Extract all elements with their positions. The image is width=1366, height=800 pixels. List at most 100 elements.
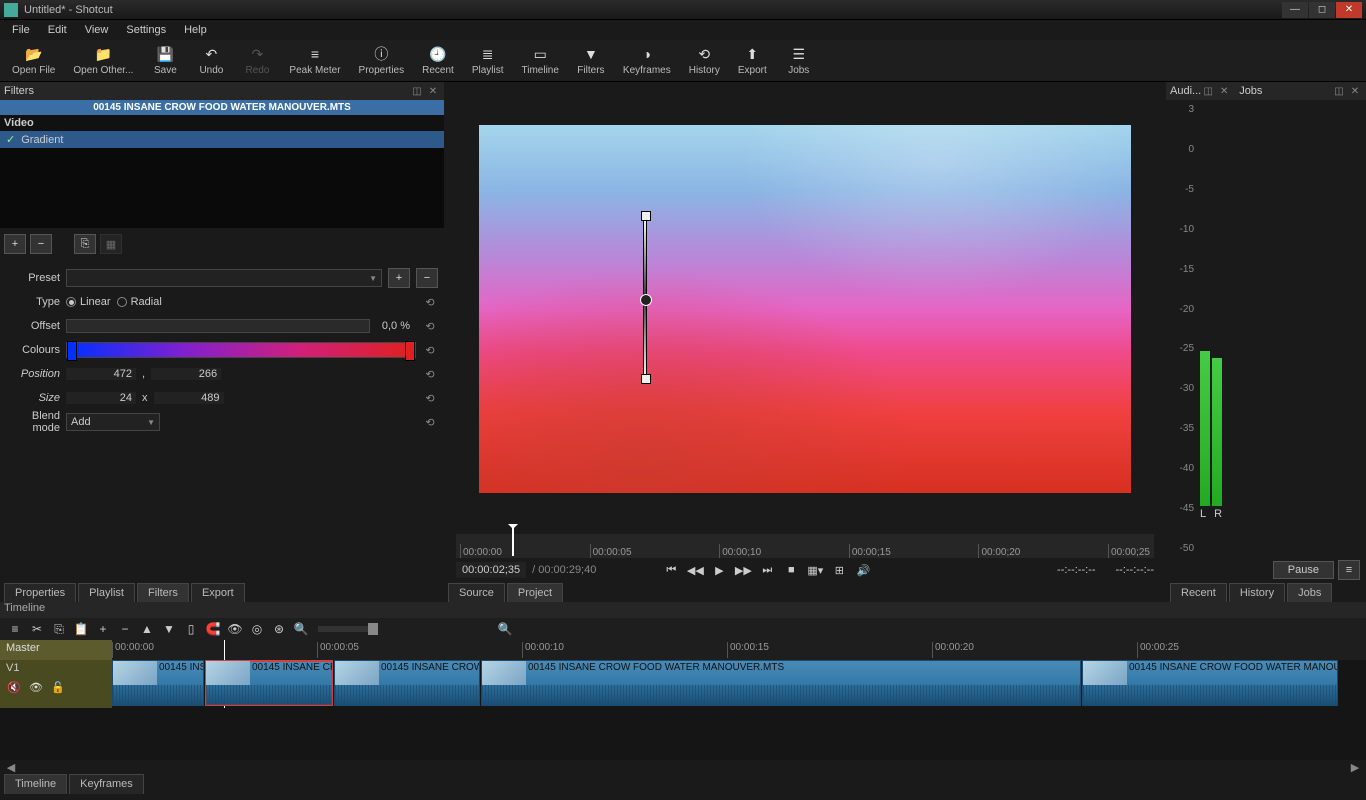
reset-icon[interactable]: ⟲ bbox=[422, 342, 438, 358]
toolbar-undo-button[interactable]: ↶Undo bbox=[191, 43, 231, 78]
menu-help[interactable]: Help bbox=[176, 22, 215, 38]
type-linear-radio[interactable]: Linear bbox=[66, 296, 111, 308]
preview-scrub-bar[interactable]: 00:00:00 00:00:05 00:00;10 00:00;15 00:0… bbox=[456, 534, 1154, 558]
scrub-icon[interactable]: 👁 bbox=[226, 620, 244, 638]
zoom-in-icon[interactable]: 🔍 bbox=[496, 620, 514, 638]
tab-properties[interactable]: Properties bbox=[4, 583, 76, 602]
close-button[interactable]: ✕ bbox=[1336, 2, 1362, 18]
tab-jobs[interactable]: Jobs bbox=[1287, 583, 1332, 602]
offset-slider[interactable] bbox=[66, 319, 370, 333]
cut-icon[interactable]: ✂ bbox=[28, 620, 46, 638]
track-v1-label[interactable]: V1 🔇 👁 🔓 bbox=[0, 660, 112, 708]
reset-icon[interactable]: ⟲ bbox=[422, 318, 438, 334]
remove-filter-button[interactable]: − bbox=[30, 234, 52, 254]
undock-icon[interactable]: ◫ bbox=[1332, 86, 1346, 97]
type-radial-radio[interactable]: Radial bbox=[117, 296, 162, 308]
gradient-handle[interactable] bbox=[643, 215, 647, 380]
toolbar-history-button[interactable]: ⟲History bbox=[683, 43, 726, 78]
toolbar-timeline-button[interactable]: ▭Timeline bbox=[516, 43, 565, 78]
append-icon[interactable]: + bbox=[94, 620, 112, 638]
ripple-icon[interactable]: ◎ bbox=[248, 620, 266, 638]
panel-close-icon[interactable]: ✕ bbox=[1348, 86, 1362, 97]
toolbar-open-other--button[interactable]: 📁Open Other... bbox=[67, 43, 139, 78]
tab-project[interactable]: Project bbox=[507, 583, 563, 602]
panel-close-icon[interactable]: ✕ bbox=[1217, 86, 1231, 97]
volume-button[interactable]: 🔊 bbox=[854, 561, 872, 579]
tab-history[interactable]: History bbox=[1229, 583, 1285, 602]
toolbar-peak-meter-button[interactable]: ≡Peak Meter bbox=[283, 43, 346, 78]
grid-button[interactable]: ⊞ bbox=[830, 561, 848, 579]
video-preview[interactable] bbox=[479, 125, 1131, 493]
preset-remove-button[interactable]: − bbox=[416, 268, 438, 288]
timeline-track-v1[interactable]: 00145 INSA00145 INSANE CROW00145 INSANE … bbox=[112, 660, 1366, 708]
preview-playhead[interactable] bbox=[512, 528, 514, 556]
master-track-label[interactable]: Master bbox=[0, 640, 112, 660]
tab-recent[interactable]: Recent bbox=[1170, 583, 1227, 602]
toolbar-properties-button[interactable]: ⓘProperties bbox=[353, 43, 411, 78]
undock-icon[interactable]: ◫ bbox=[410, 86, 424, 97]
maximize-button[interactable]: ◻ bbox=[1309, 2, 1335, 18]
tab-keyframes[interactable]: Keyframes bbox=[69, 774, 144, 794]
gradient-stop-end[interactable] bbox=[405, 341, 415, 361]
size-h-input[interactable] bbox=[154, 392, 224, 404]
split-icon[interactable]: ▯ bbox=[182, 620, 200, 638]
toolbar-playlist-button[interactable]: ≣Playlist bbox=[466, 43, 510, 78]
add-filter-button[interactable]: + bbox=[4, 234, 26, 254]
menu-view[interactable]: View bbox=[77, 22, 117, 38]
zoom-slider[interactable] bbox=[318, 626, 378, 632]
paste-filter-button[interactable]: ▦ bbox=[100, 234, 122, 254]
copy-icon[interactable]: ⎘ bbox=[50, 620, 68, 638]
toolbar-open-file-button[interactable]: 📂Open File bbox=[6, 43, 61, 78]
timeline-clip[interactable]: 00145 INSANE CROW bbox=[205, 660, 333, 706]
pause-jobs-button[interactable]: Pause bbox=[1273, 561, 1334, 579]
tab-timeline[interactable]: Timeline bbox=[4, 774, 67, 794]
copy-filter-button[interactable]: ⎘ bbox=[74, 234, 96, 254]
timeline-clip[interactable]: 00145 INSANE CROW FOOD WATER MANOUVER.MT… bbox=[1082, 660, 1338, 706]
panel-close-icon[interactable]: ✕ bbox=[426, 86, 440, 97]
lock-icon[interactable]: 🔓 bbox=[50, 680, 66, 694]
toolbar-redo-button[interactable]: ↷Redo bbox=[237, 43, 277, 78]
handle-end-top[interactable] bbox=[641, 211, 651, 221]
toolbar-jobs-button[interactable]: ☰Jobs bbox=[779, 43, 819, 78]
undock-icon[interactable]: ◫ bbox=[1201, 86, 1215, 97]
timeline-clip[interactable]: 00145 INSA bbox=[112, 660, 204, 706]
hide-icon[interactable]: 👁 bbox=[28, 680, 44, 694]
rewind-button[interactable]: ◀◀ bbox=[686, 561, 704, 579]
timeline-clip[interactable]: 00145 INSANE CROW FOOD WATER MANOUVER.MT… bbox=[481, 660, 1081, 706]
zoom-menu-button[interactable]: ▦▾ bbox=[806, 561, 824, 579]
toolbar-save-button[interactable]: 💾Save bbox=[145, 43, 185, 78]
menu-settings[interactable]: Settings bbox=[118, 22, 174, 38]
toolbar-recent-button[interactable]: 🕘Recent bbox=[416, 43, 460, 78]
snap-icon[interactable]: 🧲 bbox=[204, 620, 222, 638]
timeline-ruler[interactable]: 00:00:0000:00:0500:00:1000:00:1500:00:20… bbox=[112, 640, 1366, 660]
size-w-input[interactable] bbox=[66, 392, 136, 404]
toolbar-filters-button[interactable]: ▼Filters bbox=[571, 43, 611, 78]
timeline-clip[interactable]: 00145 INSANE CROW FO bbox=[334, 660, 480, 706]
timecode-current[interactable]: 00:00:02;35 bbox=[456, 562, 526, 578]
preset-select[interactable]: ▼ bbox=[66, 269, 382, 287]
position-x-input[interactable] bbox=[66, 368, 136, 380]
reset-icon[interactable]: ⟲ bbox=[422, 294, 438, 310]
stop-button[interactable]: ■ bbox=[782, 561, 800, 579]
tab-export[interactable]: Export bbox=[191, 583, 245, 602]
tl-menu-icon[interactable]: ≡ bbox=[6, 620, 24, 638]
overwrite-icon[interactable]: ▼ bbox=[160, 620, 178, 638]
reset-icon[interactable]: ⟲ bbox=[422, 414, 438, 430]
timeline-scrollbar[interactable]: ◀ ▶ bbox=[0, 760, 1366, 774]
skip-end-button[interactable]: ⏭ bbox=[758, 561, 776, 579]
menu-edit[interactable]: Edit bbox=[40, 22, 75, 38]
filter-item-gradient[interactable]: ✓ Gradient bbox=[0, 131, 444, 148]
scroll-left-icon[interactable]: ◀ bbox=[4, 761, 18, 774]
paste-icon[interactable]: 📋 bbox=[72, 620, 90, 638]
reset-icon[interactable]: ⟲ bbox=[422, 366, 438, 382]
mute-icon[interactable]: 🔇 bbox=[6, 680, 22, 694]
play-button[interactable]: ▶ bbox=[710, 561, 728, 579]
tab-source[interactable]: Source bbox=[448, 583, 505, 602]
preset-add-button[interactable]: + bbox=[388, 268, 410, 288]
forward-button[interactable]: ▶▶ bbox=[734, 561, 752, 579]
reset-icon[interactable]: ⟲ bbox=[422, 390, 438, 406]
menu-file[interactable]: File bbox=[4, 22, 38, 38]
position-y-input[interactable] bbox=[151, 368, 221, 380]
blend-mode-select[interactable]: Add▼ bbox=[66, 413, 160, 431]
handle-end-bottom[interactable] bbox=[641, 374, 651, 384]
